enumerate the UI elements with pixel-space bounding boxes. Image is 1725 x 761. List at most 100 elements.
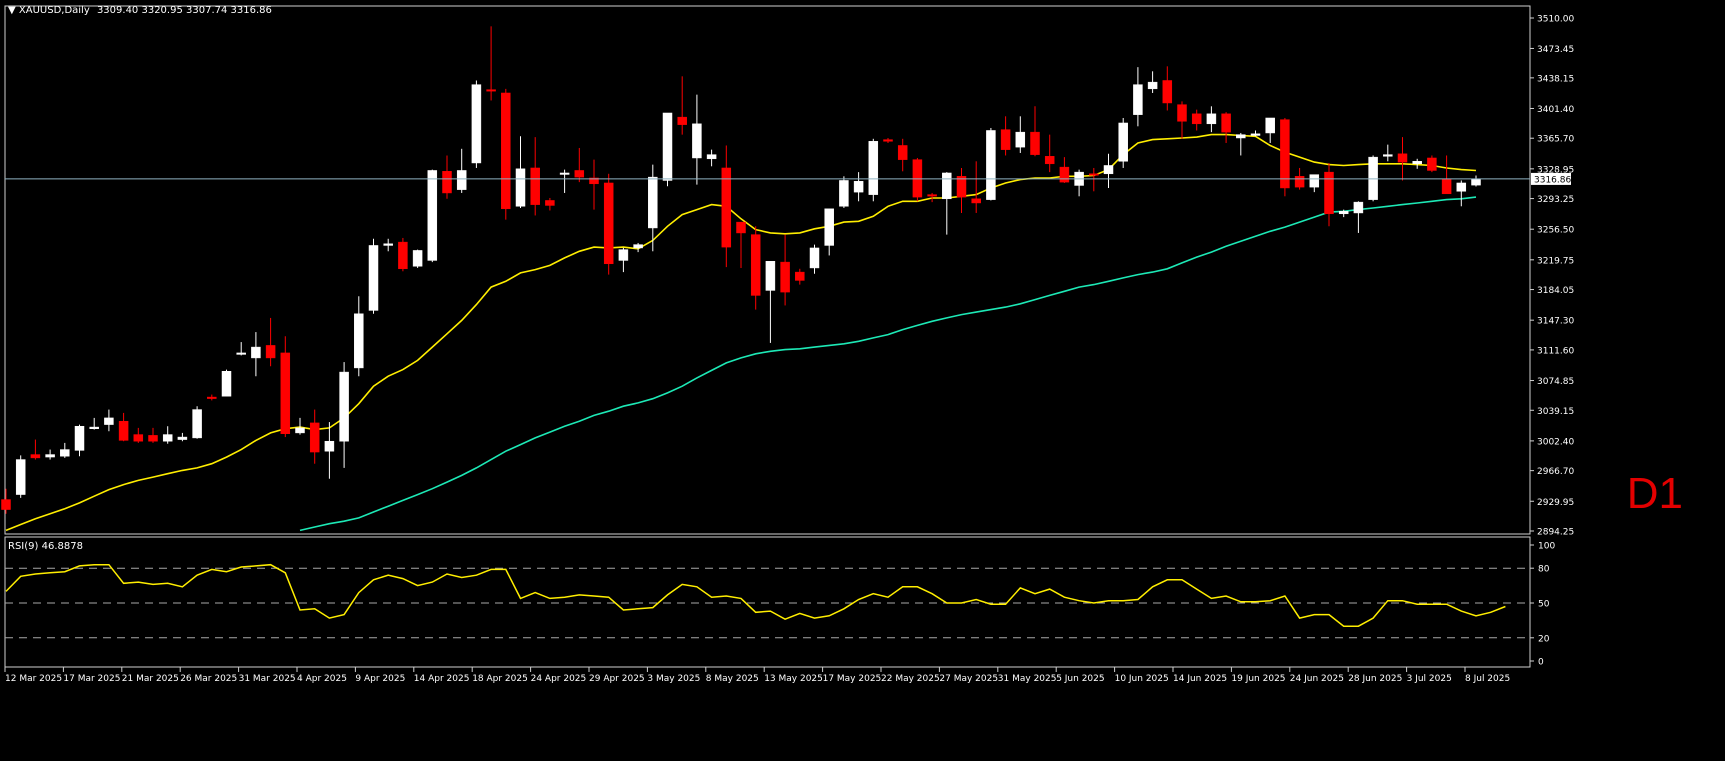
candle	[1236, 132, 1246, 156]
candle-body	[74, 425, 85, 451]
date-label: 10 Jun 2025	[1115, 674, 1169, 684]
rsi-header: RSI(9) 46.8878	[8, 541, 83, 552]
candle-body	[471, 84, 482, 164]
candle-body	[1353, 201, 1364, 214]
candle-body	[30, 454, 41, 459]
candle	[339, 362, 349, 468]
date-label: 24 Jun 2025	[1290, 674, 1344, 684]
price-label: 3438.15	[1537, 74, 1574, 84]
candle	[530, 137, 540, 216]
candle-body	[15, 459, 26, 495]
date-label: 13 May 2025	[764, 674, 823, 684]
candle	[221, 369, 232, 397]
candle	[912, 157, 923, 202]
candle-body	[1191, 113, 1202, 125]
candle	[192, 406, 202, 439]
candle	[780, 234, 790, 306]
candle-body	[795, 271, 805, 281]
candle	[324, 422, 335, 479]
candle	[1, 488, 11, 514]
candle-body	[1368, 156, 1378, 200]
time-axis: 12 Mar 2025 17 Mar 2025 21 Mar 2025 26 Mar …	[4, 667, 1510, 684]
date-label: 24 Apr 2025	[531, 674, 587, 684]
rsi-line	[5, 563, 1506, 627]
candle	[677, 76, 687, 135]
candle	[1206, 106, 1217, 133]
candle	[1397, 137, 1408, 181]
candle-body	[574, 170, 585, 178]
date-label: 9 Apr 2025	[355, 674, 405, 684]
candle	[1441, 155, 1452, 195]
candle-body	[824, 208, 834, 246]
candle	[589, 159, 599, 210]
date-label: 4 Apr 2025	[297, 674, 347, 684]
date-label: 14 Jun 2025	[1173, 674, 1227, 684]
candle	[574, 147, 585, 183]
candle-body	[192, 409, 202, 439]
candle	[1412, 158, 1422, 169]
candle-body	[1206, 113, 1217, 125]
candle	[1177, 101, 1187, 139]
candle-body	[251, 346, 261, 359]
candle-body	[1412, 161, 1422, 165]
collapse-triangle-icon[interactable]: ▼	[8, 5, 16, 16]
candle	[1000, 116, 1011, 156]
candle	[177, 432, 188, 442]
chart-header[interactable]: ▼ XAUUSD,Daily 3309.40 3320.95 3307.74 3…	[8, 5, 272, 16]
candle-body	[648, 176, 658, 229]
candle	[383, 238, 393, 252]
candle	[89, 417, 99, 430]
candle	[795, 268, 805, 285]
candle	[736, 221, 746, 268]
candle-body	[354, 313, 364, 369]
candle-body	[1000, 129, 1011, 150]
candle	[545, 197, 555, 211]
price-label: 2894.25	[1537, 528, 1574, 538]
candle	[721, 145, 732, 268]
candle-body	[780, 261, 790, 293]
candle	[133, 427, 144, 443]
date-label: 21 Mar 2025	[122, 674, 179, 684]
candle	[1074, 169, 1084, 197]
rsi-axis-label: 0	[1538, 658, 1544, 668]
candle-body	[104, 417, 114, 425]
candle	[309, 409, 320, 464]
date-label: 18 Apr 2025	[472, 674, 528, 684]
candle-body	[280, 352, 291, 434]
candle-body	[148, 435, 158, 442]
price-label: 3002.40	[1537, 437, 1574, 447]
candle	[1015, 116, 1026, 153]
candle-body	[530, 167, 540, 205]
candle	[1427, 155, 1437, 173]
candle	[15, 455, 26, 498]
candle	[486, 26, 496, 101]
timeframe-badge: D1	[1626, 469, 1683, 518]
price-label: 3510.00	[1537, 15, 1574, 25]
candle-body	[1, 499, 11, 510]
candle	[692, 94, 702, 185]
candle	[1471, 175, 1481, 187]
candle-body	[162, 434, 173, 442]
candle	[398, 237, 408, 272]
candle-body	[706, 154, 717, 160]
candle-body	[633, 244, 643, 249]
date-label: 26 Mar 2025	[180, 674, 237, 684]
candle-body	[721, 167, 732, 248]
candle	[1383, 144, 1393, 162]
candle	[1103, 153, 1114, 188]
candle	[251, 332, 261, 377]
candle-body	[853, 181, 864, 193]
date-label: 22 May 2025	[881, 674, 940, 684]
date-label: 5 Jun 2025	[1056, 674, 1104, 684]
current-price-label: 3316.86	[1534, 175, 1571, 185]
candle-body	[868, 141, 879, 195]
candle	[236, 342, 246, 356]
candle	[986, 127, 996, 201]
candle-body	[221, 370, 232, 397]
candle-body	[89, 426, 99, 429]
price-label: 3473.45	[1537, 45, 1574, 55]
candle-body	[265, 345, 276, 359]
candle	[633, 242, 643, 253]
candle	[853, 172, 864, 202]
chart-canvas[interactable]: 3316.86 3510.00 3473.45 3438.15 3401.40 3365…	[0, 0, 1725, 757]
